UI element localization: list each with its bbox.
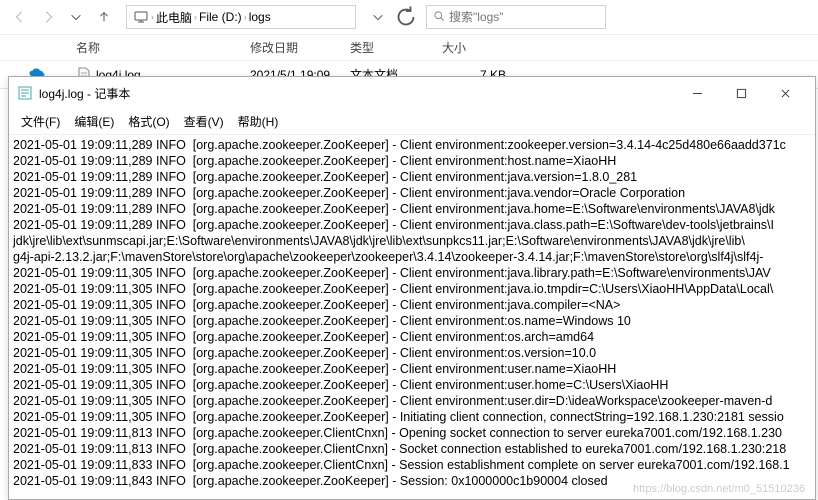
minimize-button[interactable] (675, 81, 719, 105)
log-line: 2021-05-01 19:09:11,289 INFO [org.apache… (13, 185, 811, 201)
notepad-content[interactable]: 2021-05-01 19:09:11,289 INFO [org.apache… (9, 135, 815, 491)
log-line: 2021-05-01 19:09:11,289 INFO [org.apache… (13, 217, 811, 233)
minimize-icon (692, 88, 703, 99)
maximize-button[interactable] (719, 81, 763, 105)
log-line: g4j-api-2.13.2.jar;F:\mavenStore\store\o… (13, 249, 811, 265)
log-line: 2021-05-01 19:09:11,289 INFO [org.apache… (13, 137, 811, 153)
log-line: 2021-05-01 19:09:11,289 INFO [org.apache… (13, 153, 811, 169)
menu-view[interactable]: 查看(V) (178, 111, 230, 132)
notepad-titlebar[interactable]: log4j.log - 记事本 (9, 77, 815, 109)
log-line: 2021-05-01 19:09:11,305 INFO [org.apache… (13, 297, 811, 313)
maximize-icon (736, 88, 747, 99)
refresh-icon (394, 5, 418, 29)
forward-button[interactable] (36, 5, 60, 29)
log-line: 2021-05-01 19:09:11,305 INFO [org.apache… (13, 393, 811, 409)
menu-format[interactable]: 格式(O) (122, 111, 175, 132)
column-date[interactable]: 修改日期 (242, 35, 342, 60)
refresh-button[interactable] (394, 5, 418, 29)
up-button[interactable] (92, 5, 116, 29)
log-line: 2021-05-01 19:09:11,305 INFO [org.apache… (13, 409, 811, 425)
log-line: jdk\jre\lib\ext\sunmscapi.jar;E:\Softwar… (13, 233, 811, 249)
log-line: 2021-05-01 19:09:11,305 INFO [org.apache… (13, 313, 811, 329)
chevron-down-icon (69, 10, 83, 24)
chevron-down-icon (371, 10, 385, 24)
breadcrumb-seg-folder[interactable]: logs (249, 10, 271, 24)
menu-file[interactable]: 文件(F) (15, 111, 66, 132)
pc-icon (133, 9, 149, 25)
back-button[interactable] (8, 5, 32, 29)
log-line: 2021-05-01 19:09:11,305 INFO [org.apache… (13, 329, 811, 345)
column-size[interactable]: 大小 (434, 35, 530, 60)
menu-edit[interactable]: 编辑(E) (68, 111, 120, 132)
notepad-icon (17, 85, 33, 101)
log-line: 2021-05-01 19:09:11,289 INFO [org.apache… (13, 201, 811, 217)
recent-dropdown[interactable] (64, 5, 88, 29)
breadcrumb-sep: › (151, 12, 154, 22)
breadcrumb-seg-drive[interactable]: File (D:) (199, 10, 242, 24)
search-box[interactable] (426, 5, 606, 29)
dropdown-button[interactable] (366, 5, 390, 29)
breadcrumb-sep: › (244, 12, 247, 22)
close-icon (780, 88, 791, 99)
log-line: 2021-05-01 19:09:11,289 INFO [org.apache… (13, 169, 811, 185)
log-line: 2021-05-01 19:09:11,813 INFO [org.apache… (13, 441, 811, 457)
arrow-right-icon (41, 10, 55, 24)
address-bar[interactable]: › 此电脑 › File (D:) › logs (126, 5, 356, 29)
explorer-column-header: 名称 修改日期 类型 大小 (0, 34, 818, 61)
close-button[interactable] (763, 81, 807, 105)
column-name[interactable]: 名称 (68, 35, 242, 60)
log-line: 2021-05-01 19:09:11,305 INFO [org.apache… (13, 345, 811, 361)
log-line: 2021-05-01 19:09:11,833 INFO [org.apache… (13, 457, 811, 473)
explorer-toolbar: › 此电脑 › File (D:) › logs (0, 0, 818, 34)
search-icon (433, 10, 445, 25)
notepad-title: log4j.log - 记事本 (39, 85, 130, 102)
arrow-up-icon (97, 10, 111, 24)
breadcrumb-sep: › (194, 12, 197, 22)
log-line: 2021-05-01 19:09:11,305 INFO [org.apache… (13, 377, 811, 393)
log-line: 2021-05-01 19:09:11,305 INFO [org.apache… (13, 265, 811, 281)
column-type[interactable]: 类型 (342, 35, 434, 60)
breadcrumb-seg-pc[interactable]: 此电脑 (156, 9, 192, 26)
watermark: https://blog.csdn.net/m0_51510236 (633, 483, 805, 495)
search-input[interactable] (449, 10, 599, 24)
log-line: 2021-05-01 19:09:11,305 INFO [org.apache… (13, 361, 811, 377)
log-line: 2021-05-01 19:09:11,305 INFO [org.apache… (13, 281, 811, 297)
notepad-window: log4j.log - 记事本 文件(F) 编辑(E) 格式(O) 查看(V) … (8, 76, 816, 500)
arrow-left-icon (13, 10, 27, 24)
log-line: 2021-05-01 19:09:11,813 INFO [org.apache… (13, 425, 811, 441)
notepad-menubar: 文件(F) 编辑(E) 格式(O) 查看(V) 帮助(H) (9, 109, 815, 135)
menu-help[interactable]: 帮助(H) (232, 111, 285, 132)
